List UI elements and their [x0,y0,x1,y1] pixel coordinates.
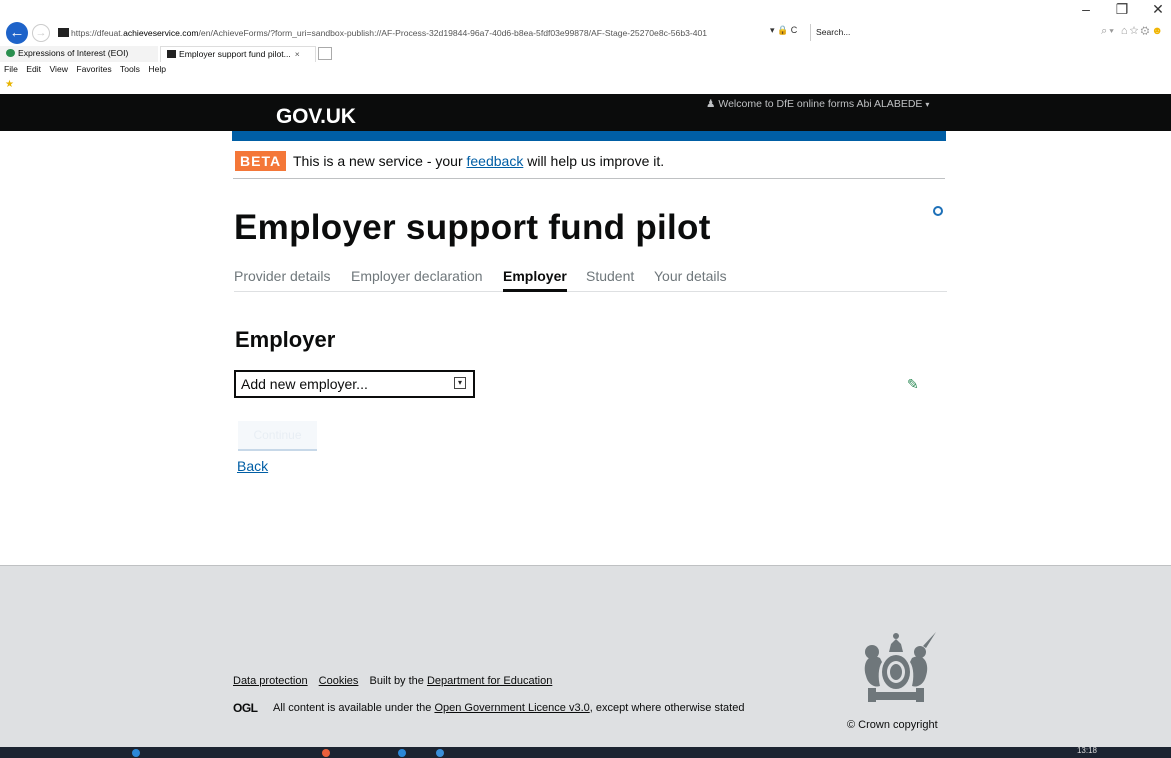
taskbar-app-icon[interactable] [322,749,330,757]
section-heading: Employer [235,327,336,352]
employer-select-value: Add new employer... [241,376,368,392]
footer-link-dfe[interactable]: Department for Education [427,675,552,687]
step-student[interactable]: Student [586,268,634,284]
browser-chrome: – ❐ ✕ ← → https://dfeuat.achieveservice.… [0,0,1171,94]
employer-select[interactable]: Add new employer... ▾ [234,370,475,398]
govuk-logo[interactable]: GOV.UK [276,105,356,129]
navigation-bar: ← → https://dfeuat.achieveservice.com/en… [0,20,1171,44]
taskbar-app-icon[interactable] [132,749,140,757]
beta-text-before: This is a new service - your [293,153,467,169]
address-actions[interactable]: ▾ 🔒 C [770,25,797,36]
menu-favorites[interactable]: Favorites [76,64,111,74]
page-title: Employer support fund pilot [234,208,711,247]
tab-employer-label: Employer support fund pilot... [179,49,291,59]
beta-tag: BETA [235,151,287,171]
footer-link-data-protection[interactable]: Data protection [233,675,308,687]
built-by: Built by the Department for Education [369,675,552,687]
taskbar-clock[interactable]: 13:18 [1077,747,1097,755]
tab-eoi-label: Expressions of Interest (EOI) [18,48,129,58]
caret-down-icon: ▾ [925,100,930,109]
menu-help[interactable]: Help [148,64,166,74]
close-window-button[interactable]: ✕ [1151,0,1165,20]
step-employer-declaration[interactable]: Employer declaration [351,268,483,284]
minimize-button[interactable]: – [1079,0,1093,20]
menu-bar: File Edit View Favorites Tools Help [4,64,170,74]
url-prefix: https://dfeuat. [71,28,124,38]
menu-view[interactable]: View [49,64,67,74]
built-by-prefix: Built by the [369,675,427,687]
govuk-header: GOV.UK ♟ Welcome to DfE online forms Abi… [0,94,1171,131]
continue-button[interactable]: Continue [238,421,317,451]
forward-arrow-icon[interactable]: → [32,24,50,42]
ogl-licence-link[interactable]: Open Government Licence v3.0 [434,702,589,714]
taskbar-app-icon[interactable] [398,749,406,757]
footer: Data protection Cookies Built by the Dep… [0,565,1171,747]
new-tab-button[interactable] [318,47,332,60]
step-your-details[interactable]: Your details [654,268,727,284]
url-domain: achieveservice.com [123,28,199,38]
beta-message: This is a new service - your feedback wi… [293,153,664,169]
browser-toolbar-icons[interactable]: ⌕▾ ⌂☆⚙☻ [1101,25,1165,38]
tab-strip: Expressions of Interest (EOI) Employer s… [0,46,1171,62]
beta-text-after: will help us improve it. [523,153,665,169]
loading-spinner-icon [933,206,943,216]
ogl-notice: OGL All content is available under the O… [233,701,773,715]
favorites-star-icon[interactable]: ★ [5,79,14,90]
restore-button[interactable]: ❐ [1115,0,1129,20]
tab-employer-favicon-icon [167,50,176,58]
tab-employer-support[interactable]: Employer support fund pilot... × [160,46,316,62]
tab-eoi-favicon-icon [6,49,15,57]
feedback-link[interactable]: feedback [467,153,524,169]
edit-pencil-icon[interactable]: ✎ [907,376,919,393]
address-bar[interactable]: https://dfeuat.achieveservice.com/en/Ach… [58,25,808,42]
menu-edit[interactable]: Edit [26,64,41,74]
footer-links: Data protection Cookies Built by the Dep… [233,675,552,687]
browser-search-input[interactable]: Search... [810,24,1070,41]
chevron-down-icon[interactable]: ▾ [454,377,466,389]
crown-copyright[interactable]: © Crown copyright [847,719,938,731]
ogl-prefix: All content is available under the [273,702,435,714]
user-icon: ♟ [706,98,716,110]
back-arrow-icon[interactable]: ← [6,22,28,44]
url-path: /en/AchieveForms/?form_uri=sandbox-publi… [198,28,708,38]
ogl-logo-icon: OGL [233,701,258,715]
menu-tools[interactable]: Tools [120,64,140,74]
form-step-nav: Provider details Employer declaration Em… [234,266,947,292]
tab-close-icon[interactable]: × [295,49,300,59]
footer-link-cookies[interactable]: Cookies [319,675,359,687]
tab-eoi[interactable]: Expressions of Interest (EOI) [0,46,158,62]
header-blue-bar [232,131,946,141]
user-menu[interactable]: ♟ Welcome to DfE online forms Abi ALABED… [706,98,929,110]
os-taskbar: 13:18 [0,747,1171,758]
toolbar-icons-text[interactable]: ⌕▾ ⌂☆⚙ [1101,25,1151,37]
taskbar-browser-icon[interactable] [436,749,444,757]
site-favicon-icon [58,28,69,37]
window-controls: – ❐ ✕ [1079,0,1165,20]
royal-coat-of-arms-icon [864,632,936,702]
phase-banner: BETA This is a new service - your feedba… [233,150,945,179]
ogl-text: All content is available under the Open … [273,701,773,715]
feedback-smiley-icon[interactable]: ☻ [1151,25,1165,37]
welcome-text: Welcome to DfE online forms Abi ALABEDE [718,98,923,110]
back-link[interactable]: Back [237,458,268,474]
menu-file[interactable]: File [4,64,18,74]
step-employer-active[interactable]: Employer [503,268,567,292]
step-provider-details[interactable]: Provider details [234,268,331,284]
ogl-suffix: , except where otherwise stated [589,702,745,714]
